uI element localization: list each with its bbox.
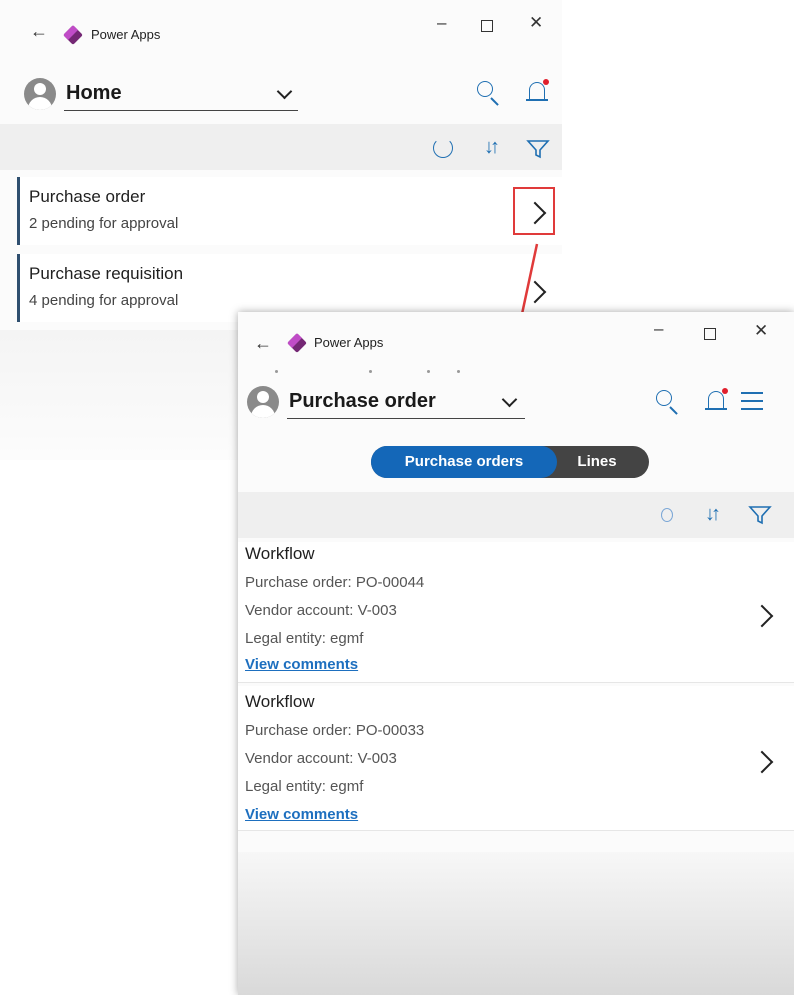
search-icon[interactable] <box>656 390 674 408</box>
menu-icon[interactable] <box>741 392 763 410</box>
workflow-title: Workflow <box>245 692 315 711</box>
list-item-title: Purchase order <box>29 187 146 206</box>
maximize-icon[interactable] <box>481 20 493 32</box>
tab-purchase-orders[interactable]: Purchase orders <box>371 446 557 478</box>
maximize-icon[interactable] <box>704 328 716 340</box>
list-toolbar: ↓↑ <box>0 124 562 170</box>
close-icon[interactable]: ✕ <box>529 14 543 31</box>
page-dropdown-label: Purchase order <box>289 390 436 412</box>
list-item[interactable]: Workflow Purchase order: PO-00033 Vendor… <box>238 686 794 831</box>
vendor-account: Vendor account: V-003 <box>245 750 397 767</box>
title-bar: ← Power Apps – ✕ <box>0 0 562 60</box>
refresh-icon[interactable] <box>433 138 453 158</box>
list-item[interactable]: Purchase order 2 pending for approval <box>17 177 562 245</box>
app-title: Power Apps <box>91 27 161 42</box>
view-comments-link[interactable]: View comments <box>245 806 358 823</box>
bell-icon[interactable] <box>705 388 728 413</box>
chevron-right-icon[interactable] <box>750 604 774 628</box>
list-item[interactable]: Workflow Purchase order: PO-00044 Vendor… <box>238 542 794 683</box>
empty-area <box>238 852 794 995</box>
bell-icon[interactable] <box>526 79 549 104</box>
chevron-down-icon <box>501 391 518 408</box>
app-header: Purchase order <box>238 384 794 424</box>
page-dropdown[interactable]: Purchase order <box>287 390 525 419</box>
minimize-icon[interactable]: – <box>437 14 446 31</box>
page-dropdown-label: Home <box>66 82 122 104</box>
minimize-icon[interactable]: – <box>654 320 663 337</box>
back-arrow-icon[interactable]: ← <box>30 22 48 40</box>
vendor-account: Vendor account: V-003 <box>245 602 397 619</box>
notification-dot <box>722 388 728 394</box>
purchase-order-number: Purchase order: PO-00044 <box>245 574 425 591</box>
close-icon[interactable]: ✕ <box>754 322 768 339</box>
search-icon[interactable] <box>477 81 495 99</box>
list-item-subtitle: 4 pending for approval <box>29 292 179 309</box>
tab-lines[interactable]: Lines <box>557 446 637 478</box>
list-item-subtitle: 2 pending for approval <box>29 215 179 232</box>
sort-icon[interactable]: ↓↑ <box>484 137 500 157</box>
avatar[interactable] <box>247 386 279 418</box>
list-item-title: Purchase requisition <box>29 264 184 283</box>
back-arrow-icon[interactable]: ← <box>254 334 272 352</box>
chevron-right-icon[interactable] <box>750 750 774 774</box>
purchase-order-number: Purchase order: PO-00033 <box>245 722 425 739</box>
chevron-down-icon <box>276 83 293 100</box>
loading-spinner-icon <box>661 508 673 522</box>
view-toggle[interactable]: Purchase orders Lines <box>371 446 649 478</box>
view-comments-link[interactable]: View comments <box>245 656 358 673</box>
highlight-box <box>513 187 555 235</box>
purchase-order-window: ← Power Apps – ✕ Purchase order Purchase… <box>238 312 794 995</box>
workflow-title: Workflow <box>245 544 315 563</box>
legal-entity: Legal entity: egmf <box>245 778 364 795</box>
notification-dot <box>543 79 549 85</box>
power-apps-logo-icon <box>63 25 83 45</box>
list-toolbar: ↓↑ <box>238 492 794 538</box>
legal-entity: Legal entity: egmf <box>245 630 364 647</box>
sort-icon[interactable]: ↓↑ <box>705 504 721 524</box>
power-apps-logo-icon <box>287 333 307 353</box>
page-dropdown[interactable]: Home <box>64 82 298 111</box>
title-bar: ← Power Apps – ✕ <box>238 312 794 372</box>
app-title: Power Apps <box>314 335 384 350</box>
avatar[interactable] <box>24 78 56 110</box>
app-header: Home <box>0 76 562 116</box>
